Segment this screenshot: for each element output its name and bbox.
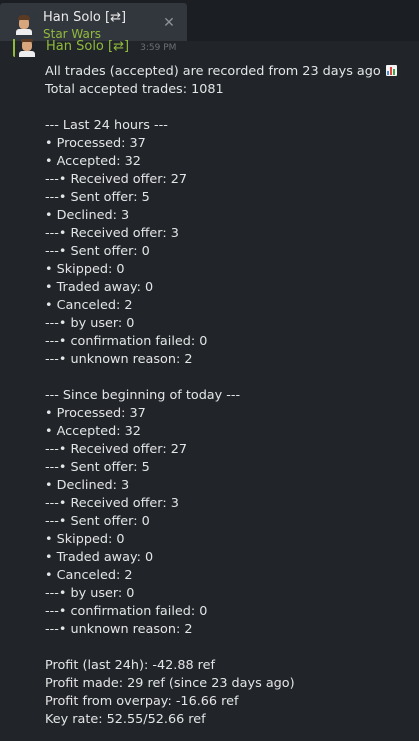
user-avatar[interactable]: [12, 11, 36, 35]
message-line: Profit made: 29 ref (since 23 days ago): [45, 676, 295, 691]
message-line: ---• Sent offer: 0: [45, 244, 150, 259]
message-timestamp: 3:59 PM: [140, 43, 177, 53]
message-line: Key rate: 52.55/52.66 ref: [45, 712, 206, 727]
message-line: ---• Sent offer: 5: [45, 460, 150, 475]
message-line: • Accepted: 32: [45, 154, 141, 169]
message-line: ---• by user: 0: [45, 316, 135, 331]
message-line: • Skipped: 0: [45, 532, 125, 547]
message-body: All trades (accepted) are recorded from …: [45, 63, 415, 729]
message-line: • Processed: 37: [45, 136, 146, 151]
message-line: • Accepted: 32: [45, 424, 141, 439]
tab-friend-name: Han Solo [⇄]: [43, 10, 127, 25]
message-line: • Traded away: 0: [45, 280, 154, 295]
message-line: ---• confirmation failed: 0: [45, 604, 208, 619]
message-line: --- Since beginning of today ---: [45, 388, 241, 403]
chat-tab-strip: Han Solo [⇄] Star Wars ✕: [0, 0, 419, 41]
message-line: Profit from overpay: -16.66 ref: [45, 694, 239, 709]
message-line: All trades (accepted) are recorded from …: [45, 63, 415, 81]
message-line: Total accepted trades: 1081: [45, 82, 224, 97]
message-line: • Canceled: 2: [45, 568, 133, 583]
message-avatar[interactable]: [13, 39, 37, 57]
message-line: ---• Sent offer: 5: [45, 190, 150, 205]
message-line: ---• Received offer: 3: [45, 226, 179, 241]
message-line: • Processed: 37: [45, 406, 146, 421]
message-line: • Declined: 3: [45, 478, 130, 493]
close-icon[interactable]: ✕: [162, 16, 176, 30]
chat-tab-han-solo[interactable]: Han Solo [⇄] Star Wars ✕: [0, 3, 187, 41]
message-author[interactable]: Han Solo [⇄]: [46, 39, 129, 54]
message-line: ---• Received offer: 27: [45, 172, 187, 187]
message-line: ---• Sent offer: 0: [45, 514, 150, 529]
message-line: • Traded away: 0: [45, 550, 154, 565]
message-line: • Skipped: 0: [45, 262, 125, 277]
message-line: ---• unknown reason: 2: [45, 622, 193, 637]
bar-chart-emoji-icon: [385, 65, 397, 76]
message-line: • Declined: 3: [45, 208, 130, 223]
message-line: ---• Received offer: 3: [45, 496, 179, 511]
message-line: --- Last 24 hours ---: [45, 118, 168, 133]
message-line: ---• unknown reason: 2: [45, 352, 193, 367]
message-line: • Canceled: 2: [45, 298, 133, 313]
message-header: Han Solo [⇄] 3:59 PM: [46, 39, 176, 55]
message-line: ---• Received offer: 27: [45, 442, 187, 457]
message-line: Profit (last 24h): -42.88 ref: [45, 658, 216, 673]
message-line: ---• confirmation failed: 0: [45, 334, 208, 349]
message-line: ---• by user: 0: [45, 586, 135, 601]
